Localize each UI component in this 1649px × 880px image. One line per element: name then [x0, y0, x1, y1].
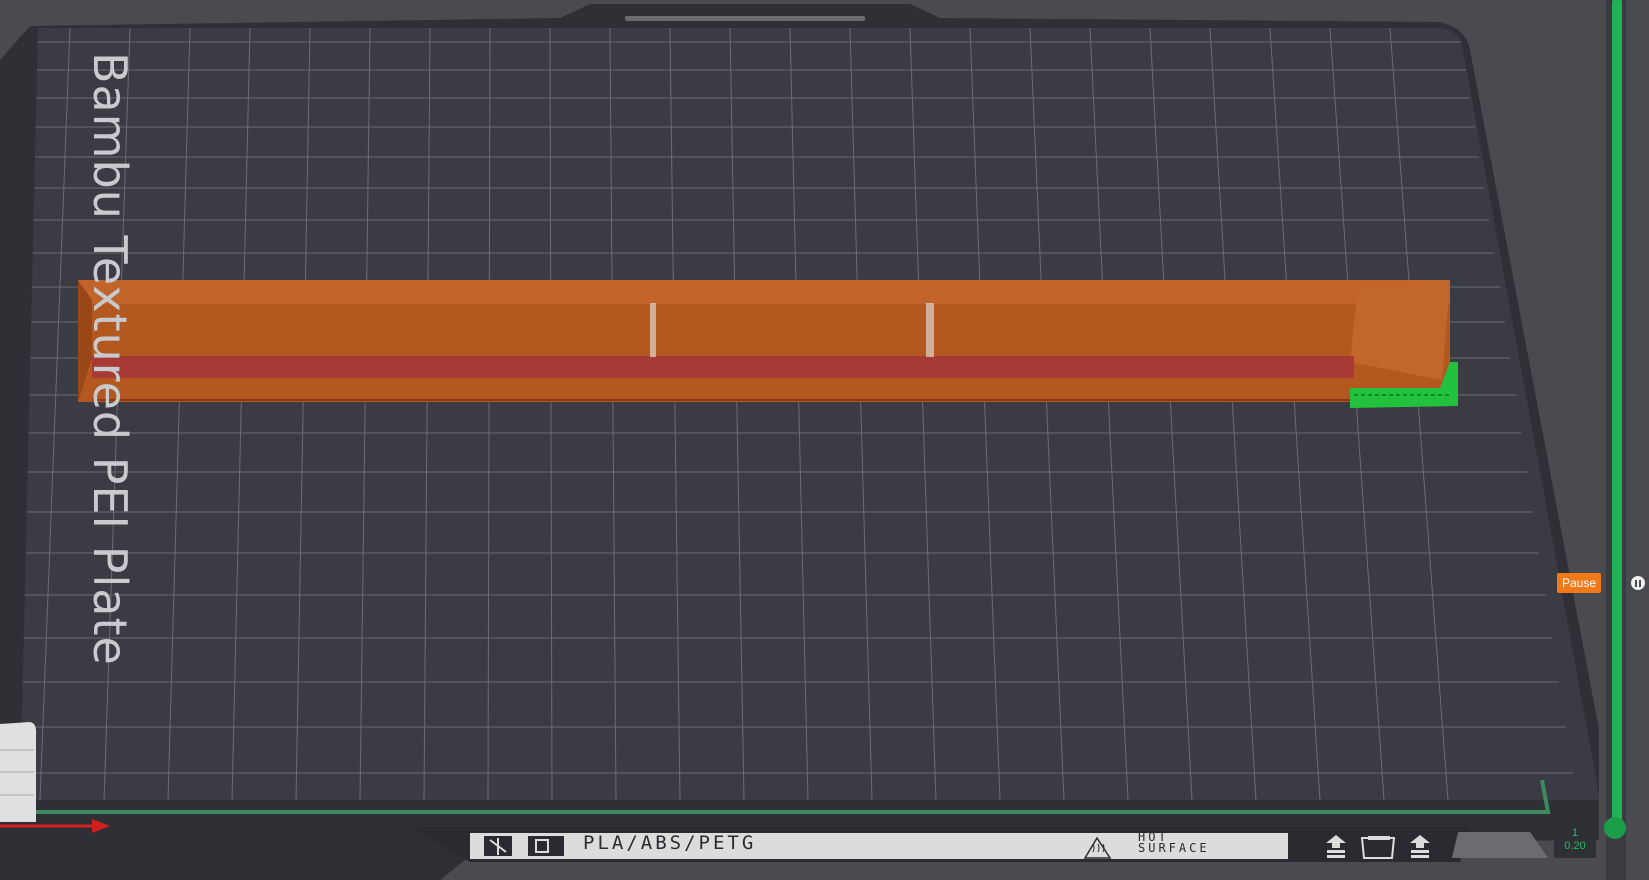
material-label: PLA/ABS/PETG: [583, 832, 757, 854]
build-plate: [20, 28, 1600, 800]
pause-button[interactable]: Pause: [1557, 573, 1601, 593]
plate-notch: [625, 16, 865, 21]
layer-readout: 1 0.20: [1555, 827, 1595, 853]
layer-number: 1: [1571, 827, 1579, 839]
model-slot: [926, 303, 934, 357]
layer-slider-track[interactable]: [1612, 0, 1622, 830]
hot-surface-label: HOT SURFACE: [1138, 830, 1210, 855]
model-top-edge: [78, 280, 1450, 304]
pause-marker-icon[interactable]: [1631, 576, 1645, 590]
layer-slider-thumb[interactable]: [1604, 817, 1626, 839]
layer-height: 0.20: [1564, 840, 1586, 852]
sliced-model[interactable]: [78, 280, 1458, 408]
3d-viewport[interactable]: [0, 0, 1649, 880]
first-layer-band: [92, 356, 1354, 378]
plate-name-label: Bambu Textured PEI Plate: [83, 52, 137, 666]
model-slot: [650, 303, 656, 357]
